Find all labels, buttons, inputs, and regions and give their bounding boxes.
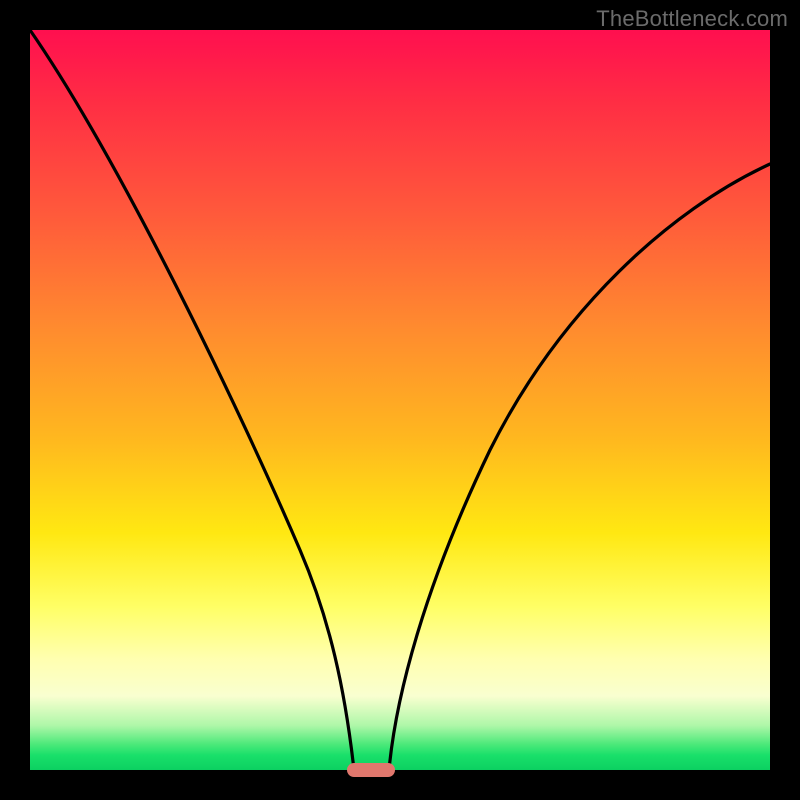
right-curve <box>389 164 770 770</box>
curves-svg <box>30 30 770 770</box>
left-curve <box>30 30 354 770</box>
plot-area <box>30 30 770 770</box>
chart-frame: TheBottleneck.com <box>0 0 800 800</box>
bottleneck-marker <box>347 763 395 777</box>
watermark-text: TheBottleneck.com <box>596 6 788 32</box>
